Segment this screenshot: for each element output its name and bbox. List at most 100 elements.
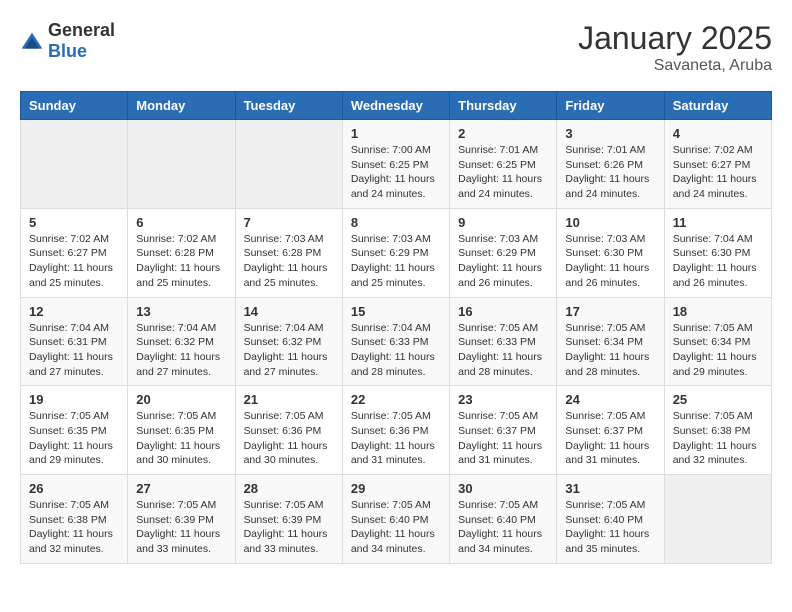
weekday-header-saturday: Saturday	[664, 92, 771, 120]
day-number: 30	[458, 481, 548, 496]
day-number: 26	[29, 481, 119, 496]
day-number: 2	[458, 126, 548, 141]
day-info: Sunrise: 7:05 AMSunset: 6:33 PMDaylight:…	[458, 321, 548, 380]
weekday-header-monday: Monday	[128, 92, 235, 120]
day-number: 21	[244, 392, 334, 407]
calendar-cell: 6Sunrise: 7:02 AMSunset: 6:28 PMDaylight…	[128, 208, 235, 297]
day-info: Sunrise: 7:04 AMSunset: 6:32 PMDaylight:…	[244, 321, 334, 380]
day-info: Sunrise: 7:05 AMSunset: 6:34 PMDaylight:…	[673, 321, 763, 380]
day-info: Sunrise: 7:03 AMSunset: 6:29 PMDaylight:…	[458, 232, 548, 291]
calendar-cell: 29 Sunrise: 7:05 AMSunset: 6:40 PMDayligh…	[342, 475, 449, 564]
calendar-cell: 3 Sunrise: 7:01 AMSunset: 6:26 PMDaylight…	[557, 120, 664, 209]
calendar-cell: 9 Sunrise: 7:03 AMSunset: 6:29 PMDaylight…	[450, 208, 557, 297]
weekday-header-wednesday: Wednesday	[342, 92, 449, 120]
weekday-header-row: SundayMondayTuesdayWednesdayThursdayFrid…	[21, 92, 772, 120]
day-number: 24	[565, 392, 655, 407]
logo-icon	[20, 31, 44, 51]
day-number: 14	[244, 304, 334, 319]
day-info: Sunrise: 7:01 AMSunset: 6:26 PMDaylight:…	[565, 143, 655, 202]
day-number: 19	[29, 392, 119, 407]
day-number: 17	[565, 304, 655, 319]
day-info: Sunrise: 7:05 AMSunset: 6:40 PMDaylight:…	[351, 498, 441, 557]
day-info: Sunrise: 7:05 AMSunset: 6:39 PMDaylight:…	[136, 498, 226, 557]
calendar-cell: 17 Sunrise: 7:05 AMSunset: 6:34 PMDayligh…	[557, 297, 664, 386]
week-row-2: 5 Sunrise: 7:02 AMSunset: 6:27 PMDaylight…	[21, 208, 772, 297]
day-number: 13	[136, 304, 226, 319]
day-info: Sunrise: 7:05 AMSunset: 6:38 PMDaylight:…	[673, 409, 763, 468]
calendar-cell: 4Sunrise: 7:02 AMSunset: 6:27 PMDaylight…	[664, 120, 771, 209]
day-info: Sunrise: 7:05 AMSunset: 6:38 PMDaylight:…	[29, 498, 119, 557]
day-info: Sunrise: 7:05 AMSunset: 6:37 PMDaylight:…	[565, 409, 655, 468]
weekday-header-friday: Friday	[557, 92, 664, 120]
day-number: 11	[673, 215, 763, 230]
day-number: 8	[351, 215, 441, 230]
day-number: 29	[351, 481, 441, 496]
calendar-cell: 27 Sunrise: 7:05 AMSunset: 6:39 PMDayligh…	[128, 475, 235, 564]
day-info: Sunrise: 7:05 AMSunset: 6:39 PMDaylight:…	[244, 498, 334, 557]
calendar-cell: 23 Sunrise: 7:05 AMSunset: 6:37 PMDayligh…	[450, 386, 557, 475]
calendar-cell: 14 Sunrise: 7:04 AMSunset: 6:32 PMDayligh…	[235, 297, 342, 386]
day-number: 31	[565, 481, 655, 496]
day-info: Sunrise: 7:02 AMSunset: 6:28 PMDaylight:…	[136, 232, 226, 291]
week-row-4: 19 Sunrise: 7:05 AMSunset: 6:35 PMDayligh…	[21, 386, 772, 475]
calendar-cell: 12Sunrise: 7:04 AMSunset: 6:31 PMDayligh…	[21, 297, 128, 386]
day-info: Sunrise: 7:02 AMSunset: 6:27 PMDaylight:…	[29, 232, 119, 291]
calendar-cell: 15 Sunrise: 7:04 AMSunset: 6:33 PMDayligh…	[342, 297, 449, 386]
calendar-cell: 19 Sunrise: 7:05 AMSunset: 6:35 PMDayligh…	[21, 386, 128, 475]
weekday-header-sunday: Sunday	[21, 92, 128, 120]
logo: General Blue	[20, 20, 115, 62]
day-info: Sunrise: 7:05 AMSunset: 6:34 PMDaylight:…	[565, 321, 655, 380]
day-number: 3	[565, 126, 655, 141]
day-info: Sunrise: 7:03 AMSunset: 6:28 PMDaylight:…	[244, 232, 334, 291]
calendar-cell: 21 Sunrise: 7:05 AMSunset: 6:36 PMDayligh…	[235, 386, 342, 475]
day-info: Sunrise: 7:05 AMSunset: 6:37 PMDaylight:…	[458, 409, 548, 468]
calendar-cell: 11 Sunrise: 7:04 AMSunset: 6:30 PMDayligh…	[664, 208, 771, 297]
day-info: Sunrise: 7:00 AMSunset: 6:25 PMDaylight:…	[351, 143, 441, 202]
day-info: Sunrise: 7:02 AMSunset: 6:27 PMDaylight:…	[673, 143, 763, 202]
calendar-cell	[664, 475, 771, 564]
calendar-cell: 16 Sunrise: 7:05 AMSunset: 6:33 PMDayligh…	[450, 297, 557, 386]
day-number: 10	[565, 215, 655, 230]
calendar-cell: 1Sunrise: 7:00 AMSunset: 6:25 PMDaylight…	[342, 120, 449, 209]
day-info: Sunrise: 7:04 AMSunset: 6:30 PMDaylight:…	[673, 232, 763, 291]
page-header: General Blue January 2025 Savaneta, Arub…	[20, 20, 772, 75]
calendar-cell: 8Sunrise: 7:03 AMSunset: 6:29 PMDaylight…	[342, 208, 449, 297]
weekday-header-thursday: Thursday	[450, 92, 557, 120]
calendar-cell: 7 Sunrise: 7:03 AMSunset: 6:28 PMDaylight…	[235, 208, 342, 297]
calendar-cell: 18 Sunrise: 7:05 AMSunset: 6:34 PMDayligh…	[664, 297, 771, 386]
logo-blue-text: Blue	[48, 41, 87, 61]
day-number: 15	[351, 304, 441, 319]
calendar-cell	[128, 120, 235, 209]
day-info: Sunrise: 7:04 AMSunset: 6:33 PMDaylight:…	[351, 321, 441, 380]
day-number: 27	[136, 481, 226, 496]
day-number: 23	[458, 392, 548, 407]
calendar-cell: 20Sunrise: 7:05 AMSunset: 6:35 PMDayligh…	[128, 386, 235, 475]
day-number: 7	[244, 215, 334, 230]
day-info: Sunrise: 7:05 AMSunset: 6:35 PMDaylight:…	[29, 409, 119, 468]
day-info: Sunrise: 7:03 AMSunset: 6:30 PMDaylight:…	[565, 232, 655, 291]
day-number: 5	[29, 215, 119, 230]
day-info: Sunrise: 7:05 AMSunset: 6:40 PMDaylight:…	[458, 498, 548, 557]
weekday-header-tuesday: Tuesday	[235, 92, 342, 120]
day-number: 18	[673, 304, 763, 319]
day-info: Sunrise: 7:04 AMSunset: 6:31 PMDaylight:…	[29, 321, 119, 380]
day-number: 16	[458, 304, 548, 319]
calendar-cell: 26 Sunrise: 7:05 AMSunset: 6:38 PMDayligh…	[21, 475, 128, 564]
week-row-1: 1Sunrise: 7:00 AMSunset: 6:25 PMDaylight…	[21, 120, 772, 209]
calendar-cell	[235, 120, 342, 209]
calendar-cell	[21, 120, 128, 209]
title-block: January 2025 Savaneta, Aruba	[578, 20, 772, 75]
calendar-cell: 2 Sunrise: 7:01 AMSunset: 6:25 PMDaylight…	[450, 120, 557, 209]
calendar-cell: 22Sunrise: 7:05 AMSunset: 6:36 PMDayligh…	[342, 386, 449, 475]
logo-general-text: General	[48, 20, 115, 40]
day-info: Sunrise: 7:05 AMSunset: 6:40 PMDaylight:…	[565, 498, 655, 557]
week-row-5: 26 Sunrise: 7:05 AMSunset: 6:38 PMDayligh…	[21, 475, 772, 564]
calendar-cell: 10 Sunrise: 7:03 AMSunset: 6:30 PMDayligh…	[557, 208, 664, 297]
day-info: Sunrise: 7:01 AMSunset: 6:25 PMDaylight:…	[458, 143, 548, 202]
calendar-cell: 31 Sunrise: 7:05 AMSunset: 6:40 PMDayligh…	[557, 475, 664, 564]
day-number: 9	[458, 215, 548, 230]
day-number: 22	[351, 392, 441, 407]
day-number: 25	[673, 392, 763, 407]
day-info: Sunrise: 7:04 AMSunset: 6:32 PMDaylight:…	[136, 321, 226, 380]
day-info: Sunrise: 7:05 AMSunset: 6:36 PMDaylight:…	[244, 409, 334, 468]
